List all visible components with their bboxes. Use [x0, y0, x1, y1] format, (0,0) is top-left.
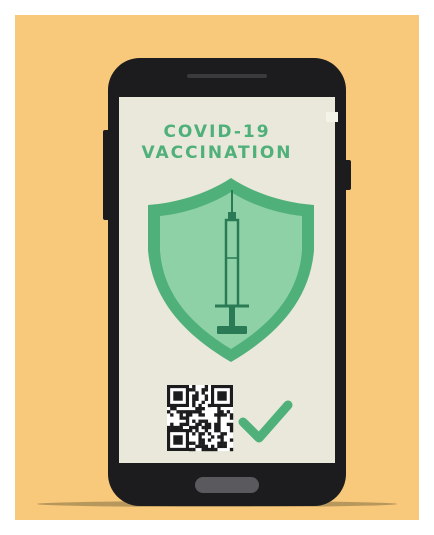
phone-illustration	[37, 58, 397, 507]
side-button-right	[344, 160, 351, 190]
illustration: COVID-19 VACCINATION	[0, 0, 434, 535]
title-line-1: COVID-19	[163, 122, 271, 142]
speaker-icon	[187, 74, 267, 78]
side-button-left	[103, 130, 110, 220]
home-button	[195, 477, 259, 493]
screen-glare	[326, 112, 338, 122]
title-line-2: VACCINATION	[141, 143, 293, 163]
qr-code-icon	[167, 385, 234, 452]
